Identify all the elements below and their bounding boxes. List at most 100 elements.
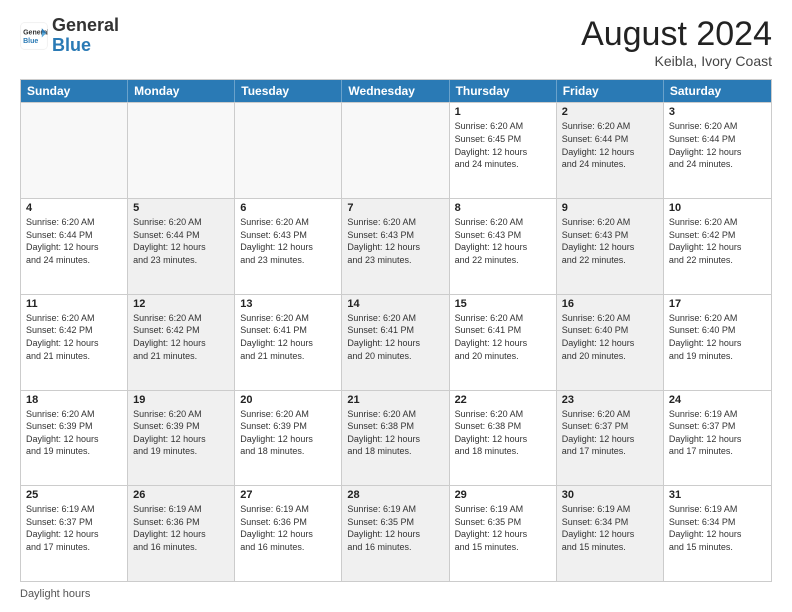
cell-info: Sunrise: 6:20 AM Sunset: 6:43 PM Dayligh… (562, 216, 658, 266)
calendar-row: 25 Sunrise: 6:19 AM Sunset: 6:37 PM Dayli… (21, 485, 771, 581)
calendar-cell: 12 Sunrise: 6:20 AM Sunset: 6:42 PM Dayli… (128, 295, 235, 390)
calendar-row: 1 Sunrise: 6:20 AM Sunset: 6:45 PM Daylig… (21, 102, 771, 198)
cell-info: Sunrise: 6:20 AM Sunset: 6:43 PM Dayligh… (455, 216, 551, 266)
day-number: 6 (240, 202, 336, 214)
day-number: 31 (669, 489, 766, 501)
day-number: 27 (240, 489, 336, 501)
cell-info: Sunrise: 6:19 AM Sunset: 6:37 PM Dayligh… (669, 408, 766, 458)
footer: Daylight hours (20, 588, 772, 600)
day-number: 20 (240, 394, 336, 406)
calendar-header-cell: Thursday (450, 80, 557, 102)
day-number: 15 (455, 298, 551, 310)
calendar-cell: 7Sunrise: 6:20 AM Sunset: 6:43 PM Daylig… (342, 199, 449, 294)
calendar-cell: 18 Sunrise: 6:20 AM Sunset: 6:39 PM Dayli… (21, 391, 128, 486)
cell-info: Sunrise: 6:20 AM Sunset: 6:39 PM Dayligh… (26, 408, 122, 458)
calendar-cell (21, 103, 128, 198)
location: Keibla, Ivory Coast (581, 53, 772, 69)
day-number: 1 (455, 106, 551, 118)
day-number: 12 (133, 298, 229, 310)
svg-text:Blue: Blue (23, 38, 38, 45)
logo-blue-text: Blue (52, 35, 91, 55)
calendar-header-cell: Saturday (664, 80, 771, 102)
calendar-cell: 31Sunrise: 6:19 AM Sunset: 6:34 PM Dayli… (664, 486, 771, 581)
day-number: 16 (562, 298, 658, 310)
day-number: 30 (562, 489, 658, 501)
month-year: August 2024 (581, 16, 772, 53)
cell-info: Sunrise: 6:20 AM Sunset: 6:40 PM Dayligh… (562, 312, 658, 362)
header: General Blue General Blue August 2024 Ke… (20, 16, 772, 69)
calendar-cell: 27Sunrise: 6:19 AM Sunset: 6:36 PM Dayli… (235, 486, 342, 581)
day-number: 21 (347, 394, 443, 406)
logo-general-text: General (52, 15, 119, 35)
cell-info: Sunrise: 6:20 AM Sunset: 6:38 PM Dayligh… (347, 408, 443, 458)
cell-info: Sunrise: 6:19 AM Sunset: 6:34 PM Dayligh… (562, 503, 658, 553)
day-number: 14 (347, 298, 443, 310)
calendar-cell (235, 103, 342, 198)
calendar-cell: 14Sunrise: 6:20 AM Sunset: 6:41 PM Dayli… (342, 295, 449, 390)
cell-info: Sunrise: 6:20 AM Sunset: 6:41 PM Dayligh… (455, 312, 551, 362)
day-number: 24 (669, 394, 766, 406)
cell-info: Sunrise: 6:20 AM Sunset: 6:45 PM Dayligh… (455, 120, 551, 170)
calendar-cell: 16 Sunrise: 6:20 AM Sunset: 6:40 PM Dayli… (557, 295, 664, 390)
day-number: 7 (347, 202, 443, 214)
calendar-cell: 17 Sunrise: 6:20 AM Sunset: 6:40 PM Dayli… (664, 295, 771, 390)
cell-info: Sunrise: 6:20 AM Sunset: 6:38 PM Dayligh… (455, 408, 551, 458)
day-number: 10 (669, 202, 766, 214)
cell-info: Sunrise: 6:20 AM Sunset: 6:42 PM Dayligh… (26, 312, 122, 362)
cell-info: Sunrise: 6:20 AM Sunset: 6:44 PM Dayligh… (669, 120, 766, 170)
day-number: 5 (133, 202, 229, 214)
calendar-cell: 1 Sunrise: 6:20 AM Sunset: 6:45 PM Daylig… (450, 103, 557, 198)
calendar-header-cell: Wednesday (342, 80, 449, 102)
cell-info: Sunrise: 6:20 AM Sunset: 6:42 PM Dayligh… (669, 216, 766, 266)
calendar-cell: 28 Sunrise: 6:19 AM Sunset: 6:35 PM Dayli… (342, 486, 449, 581)
day-number: 23 (562, 394, 658, 406)
calendar-cell: 26Sunrise: 6:19 AM Sunset: 6:36 PM Dayli… (128, 486, 235, 581)
day-number: 4 (26, 202, 122, 214)
calendar-cell: 8 Sunrise: 6:20 AM Sunset: 6:43 PM Daylig… (450, 199, 557, 294)
cell-info: Sunrise: 6:20 AM Sunset: 6:44 PM Dayligh… (562, 120, 658, 170)
calendar-header-cell: Friday (557, 80, 664, 102)
day-number: 19 (133, 394, 229, 406)
cell-info: Sunrise: 6:20 AM Sunset: 6:43 PM Dayligh… (240, 216, 336, 266)
calendar-header: SundayMondayTuesdayWednesdayThursdayFrid… (21, 80, 771, 102)
day-number: 13 (240, 298, 336, 310)
cell-info: Sunrise: 6:20 AM Sunset: 6:39 PM Dayligh… (240, 408, 336, 458)
calendar-cell: 4Sunrise: 6:20 AM Sunset: 6:44 PM Daylig… (21, 199, 128, 294)
day-number: 25 (26, 489, 122, 501)
calendar-cell: 24 Sunrise: 6:19 AM Sunset: 6:37 PM Dayli… (664, 391, 771, 486)
cell-info: Sunrise: 6:20 AM Sunset: 6:40 PM Dayligh… (669, 312, 766, 362)
day-number: 9 (562, 202, 658, 214)
calendar-cell (342, 103, 449, 198)
calendar-cell: 21 Sunrise: 6:20 AM Sunset: 6:38 PM Dayli… (342, 391, 449, 486)
calendar-cell: 13 Sunrise: 6:20 AM Sunset: 6:41 PM Dayli… (235, 295, 342, 390)
cell-info: Sunrise: 6:19 AM Sunset: 6:35 PM Dayligh… (347, 503, 443, 553)
day-number: 11 (26, 298, 122, 310)
calendar-row: 18 Sunrise: 6:20 AM Sunset: 6:39 PM Dayli… (21, 390, 771, 486)
calendar-cell: 19Sunrise: 6:20 AM Sunset: 6:39 PM Dayli… (128, 391, 235, 486)
cell-info: Sunrise: 6:19 AM Sunset: 6:35 PM Dayligh… (455, 503, 551, 553)
calendar-row: 11 Sunrise: 6:20 AM Sunset: 6:42 PM Dayli… (21, 294, 771, 390)
day-number: 17 (669, 298, 766, 310)
calendar-cell: 15 Sunrise: 6:20 AM Sunset: 6:41 PM Dayli… (450, 295, 557, 390)
calendar-cell: 20 Sunrise: 6:20 AM Sunset: 6:39 PM Dayli… (235, 391, 342, 486)
calendar-header-cell: Sunday (21, 80, 128, 102)
page: General Blue General Blue August 2024 Ke… (0, 0, 792, 612)
day-number: 3 (669, 106, 766, 118)
cell-info: Sunrise: 6:20 AM Sunset: 6:42 PM Dayligh… (133, 312, 229, 362)
calendar-header-cell: Tuesday (235, 80, 342, 102)
calendar-cell: 6 Sunrise: 6:20 AM Sunset: 6:43 PM Daylig… (235, 199, 342, 294)
calendar-cell: 2Sunrise: 6:20 AM Sunset: 6:44 PM Daylig… (557, 103, 664, 198)
day-number: 18 (26, 394, 122, 406)
cell-info: Sunrise: 6:20 AM Sunset: 6:41 PM Dayligh… (240, 312, 336, 362)
cell-info: Sunrise: 6:19 AM Sunset: 6:37 PM Dayligh… (26, 503, 122, 553)
day-number: 26 (133, 489, 229, 501)
day-number: 28 (347, 489, 443, 501)
cell-info: Sunrise: 6:20 AM Sunset: 6:44 PM Dayligh… (133, 216, 229, 266)
calendar: SundayMondayTuesdayWednesdayThursdayFrid… (20, 79, 772, 582)
calendar-cell (128, 103, 235, 198)
day-number: 8 (455, 202, 551, 214)
calendar-cell: 3 Sunrise: 6:20 AM Sunset: 6:44 PM Daylig… (664, 103, 771, 198)
calendar-cell: 30 Sunrise: 6:19 AM Sunset: 6:34 PM Dayli… (557, 486, 664, 581)
calendar-cell: 5 Sunrise: 6:20 AM Sunset: 6:44 PM Daylig… (128, 199, 235, 294)
calendar-cell: 23Sunrise: 6:20 AM Sunset: 6:37 PM Dayli… (557, 391, 664, 486)
